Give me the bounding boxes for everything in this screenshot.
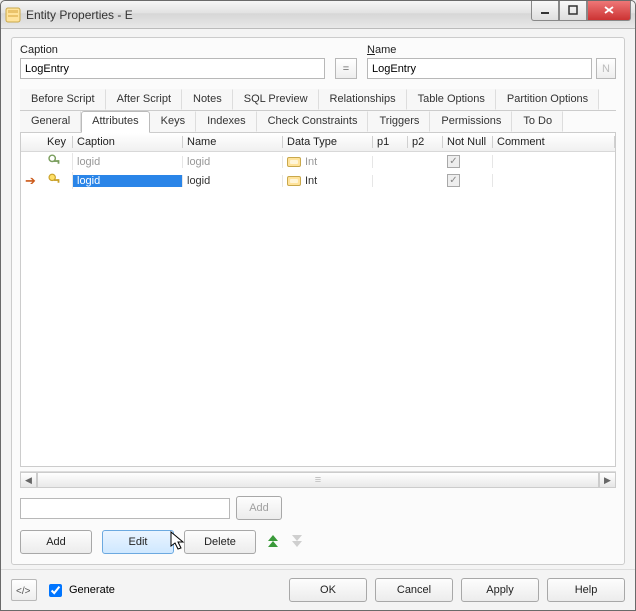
tab-check-constraints[interactable]: Check Constraints bbox=[257, 111, 369, 132]
sql-preview-toggle-button[interactable]: </> bbox=[11, 579, 37, 601]
tab-keys[interactable]: Keys bbox=[150, 111, 196, 132]
tab-general[interactable]: General bbox=[20, 111, 81, 132]
apply-button[interactable]: Apply bbox=[461, 578, 539, 602]
tab-attributes[interactable]: Attributes bbox=[81, 111, 149, 133]
scroll-thumb[interactable]: ≡ bbox=[37, 472, 599, 488]
app-icon bbox=[5, 7, 21, 23]
primary-key-icon bbox=[48, 154, 61, 169]
cell-datatype[interactable]: Int bbox=[283, 175, 373, 187]
window-buttons bbox=[531, 1, 631, 21]
ok-button[interactable]: OK bbox=[289, 578, 367, 602]
cell-key-icon bbox=[43, 172, 73, 189]
delete-button[interactable]: Delete bbox=[184, 530, 256, 554]
maximize-button[interactable] bbox=[559, 1, 587, 21]
window: Entity Properties - E Caption = Name bbox=[0, 0, 636, 611]
datatype-icon bbox=[287, 157, 301, 167]
generate-checkbox[interactable] bbox=[49, 584, 62, 597]
tab-permissions[interactable]: Permissions bbox=[430, 111, 512, 132]
tabs-row-2: General Attributes Keys Indexes Check Co… bbox=[20, 111, 616, 133]
tab-triggers[interactable]: Triggers bbox=[368, 111, 430, 132]
tab-sql-preview[interactable]: SQL Preview bbox=[233, 89, 319, 110]
cell-name[interactable]: logid bbox=[183, 175, 283, 187]
datatype-icon bbox=[287, 176, 301, 186]
grid-body[interactable]: logid logid Int ➔ logid l bbox=[21, 152, 615, 466]
cell-notnull[interactable] bbox=[443, 174, 493, 188]
tab-after-script[interactable]: After Script bbox=[106, 89, 182, 110]
col-notnull[interactable]: Not Null bbox=[443, 136, 493, 148]
cell-key-icon bbox=[43, 153, 73, 170]
tab-indexes[interactable]: Indexes bbox=[196, 111, 257, 132]
svg-text:</>: </> bbox=[16, 586, 31, 596]
edit-button[interactable]: Edit bbox=[102, 530, 174, 554]
tab-notes[interactable]: Notes bbox=[182, 89, 233, 110]
caption-input[interactable] bbox=[20, 58, 325, 79]
generate-toggle[interactable]: Generate bbox=[45, 581, 115, 600]
caption-name-row: Caption = Name N bbox=[20, 44, 616, 79]
col-comment[interactable]: Comment bbox=[493, 136, 615, 148]
caption-field: Caption bbox=[20, 44, 325, 79]
tab-to-do[interactable]: To Do bbox=[512, 111, 563, 132]
cell-caption[interactable]: logid bbox=[73, 156, 183, 168]
col-datatype[interactable]: Data Type bbox=[283, 136, 373, 148]
generate-label: Generate bbox=[69, 584, 115, 596]
tab-relationships[interactable]: Relationships bbox=[319, 89, 407, 110]
table-row[interactable]: ➔ logid logid Int bbox=[21, 171, 615, 190]
tab-table-options[interactable]: Table Options bbox=[407, 89, 496, 110]
scroll-left-button[interactable]: ◀ bbox=[20, 472, 37, 488]
scroll-right-button[interactable]: ▶ bbox=[599, 472, 616, 488]
name-field: Name N bbox=[367, 44, 616, 79]
cell-notnull[interactable] bbox=[443, 155, 493, 169]
name-options-button[interactable]: N bbox=[596, 58, 616, 79]
help-button[interactable]: Help bbox=[547, 578, 625, 602]
footer: </> Generate OK Cancel Apply Help bbox=[1, 569, 635, 610]
col-p2[interactable]: p2 bbox=[408, 136, 443, 148]
col-p1[interactable]: p1 bbox=[373, 136, 408, 148]
quick-add-input[interactable] bbox=[20, 498, 230, 519]
move-up-button[interactable] bbox=[266, 533, 280, 551]
close-button[interactable] bbox=[587, 1, 631, 21]
horizontal-scrollbar[interactable]: ◀ ≡ ▶ bbox=[20, 471, 616, 488]
cell-name[interactable]: logid bbox=[183, 156, 283, 168]
move-down-button[interactable] bbox=[290, 533, 304, 551]
col-key[interactable]: Key bbox=[43, 136, 73, 148]
cell-datatype[interactable]: Int bbox=[283, 156, 373, 168]
content: Caption = Name N Before Script bbox=[1, 29, 635, 569]
row-indicator: ➔ bbox=[21, 173, 43, 189]
grid-header: Key Caption Name Data Type p1 p2 Not Nul… bbox=[21, 133, 615, 152]
col-name[interactable]: Name bbox=[183, 136, 283, 148]
attributes-grid: Key Caption Name Data Type p1 p2 Not Nul… bbox=[20, 133, 616, 467]
window-title: Entity Properties - E bbox=[26, 8, 531, 22]
tab-partition-options[interactable]: Partition Options bbox=[496, 89, 599, 110]
caption-label: Caption bbox=[20, 44, 325, 56]
minimize-button[interactable] bbox=[531, 1, 559, 21]
cancel-button[interactable]: Cancel bbox=[375, 578, 453, 602]
add-button[interactable]: Add bbox=[20, 530, 92, 554]
main-group: Caption = Name N Before Script bbox=[11, 37, 625, 565]
sync-caption-name-button[interactable]: = bbox=[335, 58, 357, 79]
action-button-row: Add Edit Delete bbox=[20, 530, 616, 554]
notnull-checkbox[interactable] bbox=[447, 155, 460, 168]
quick-add-row: Add bbox=[20, 496, 616, 520]
current-row-arrow-icon: ➔ bbox=[25, 173, 36, 188]
col-caption[interactable]: Caption bbox=[73, 136, 183, 148]
titlebar[interactable]: Entity Properties - E bbox=[1, 1, 635, 29]
name-label: Name bbox=[367, 44, 616, 56]
cell-caption[interactable]: logid bbox=[73, 175, 183, 187]
name-input[interactable] bbox=[367, 58, 592, 79]
key-icon bbox=[48, 173, 61, 188]
quick-add-button[interactable]: Add bbox=[236, 496, 282, 520]
notnull-checkbox[interactable] bbox=[447, 174, 460, 187]
tabs-row-1: Before Script After Script Notes SQL Pre… bbox=[20, 89, 616, 111]
table-row[interactable]: logid logid Int bbox=[21, 152, 615, 171]
tab-before-script[interactable]: Before Script bbox=[20, 89, 106, 110]
